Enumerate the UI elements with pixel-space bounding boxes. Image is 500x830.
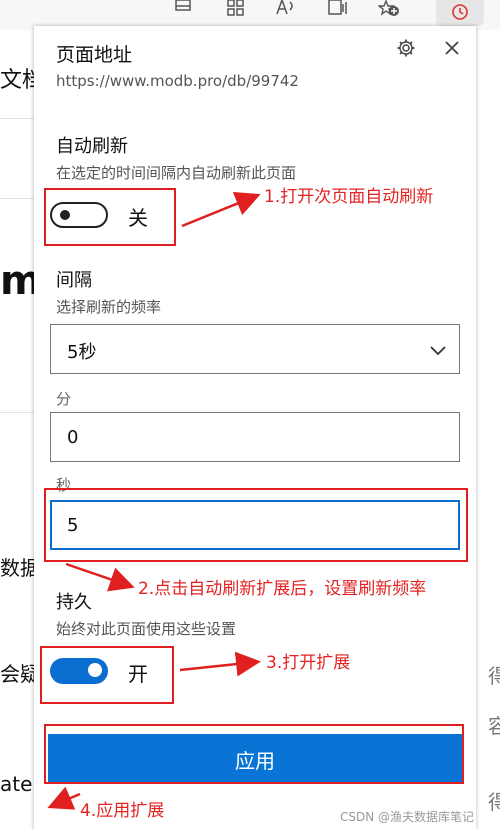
interval-selected-value: 5秒 [67, 342, 97, 363]
read-aloud-icon[interactable] [275, 0, 297, 18]
persist-description: 始终对此页面使用这些设置 [56, 620, 237, 638]
active-extension-button[interactable] [436, 0, 484, 26]
minutes-label: 分 [56, 390, 72, 408]
annotation-box-persist [40, 646, 174, 704]
app-icon[interactable] [172, 0, 194, 18]
add-favorite-icon[interactable] [376, 0, 400, 18]
auto-refresh-panel: 页面地址 https://www.modb.pro/db/99742 自动刷新 … [34, 26, 476, 830]
auto-refresh-description: 在选定的时间间隔内自动刷新此页面 [56, 164, 297, 182]
bg-right-text: 得 [488, 790, 500, 814]
persist-heading: 持久 [56, 592, 92, 613]
chevron-down-icon [430, 346, 446, 356]
bg-divider [0, 118, 34, 119]
annotation-box-toggle [44, 188, 176, 246]
refresh-clock-icon [452, 4, 468, 20]
annotation-box-apply [44, 724, 464, 784]
minutes-input[interactable] [50, 412, 460, 462]
bg-text-ate: ate [0, 772, 33, 796]
interval-description: 选择刷新的频率 [56, 298, 162, 316]
annotation-text-2: 2.点击自动刷新扩展后，设置刷新频率 [138, 579, 427, 599]
annotation-box-seconds [44, 488, 468, 562]
bg-divider [0, 198, 34, 199]
bg-right-text: 得 [488, 664, 500, 688]
auto-refresh-heading: 自动刷新 [56, 136, 128, 157]
immersive-reader-icon[interactable] [327, 0, 349, 18]
interval-select[interactable]: 5秒 [50, 324, 460, 374]
bg-right-text: 容 [488, 714, 500, 738]
watermark: CSDN @渔夫数据库笔记 [340, 810, 475, 824]
page-title: 页面地址 [56, 44, 133, 66]
gear-icon[interactable] [396, 38, 416, 58]
grid-icon[interactable] [225, 0, 247, 18]
annotation-text-3: 3.打开扩展 [266, 653, 351, 673]
bg-divider [0, 412, 34, 413]
annotation-text-1: 1.打开次页面自动刷新 [264, 187, 434, 207]
annotation-text-4: 4.应用扩展 [80, 801, 165, 821]
close-icon[interactable] [442, 38, 462, 58]
page-url: https://www.modb.pro/db/99742 [56, 72, 299, 90]
interval-heading: 间隔 [56, 270, 92, 291]
